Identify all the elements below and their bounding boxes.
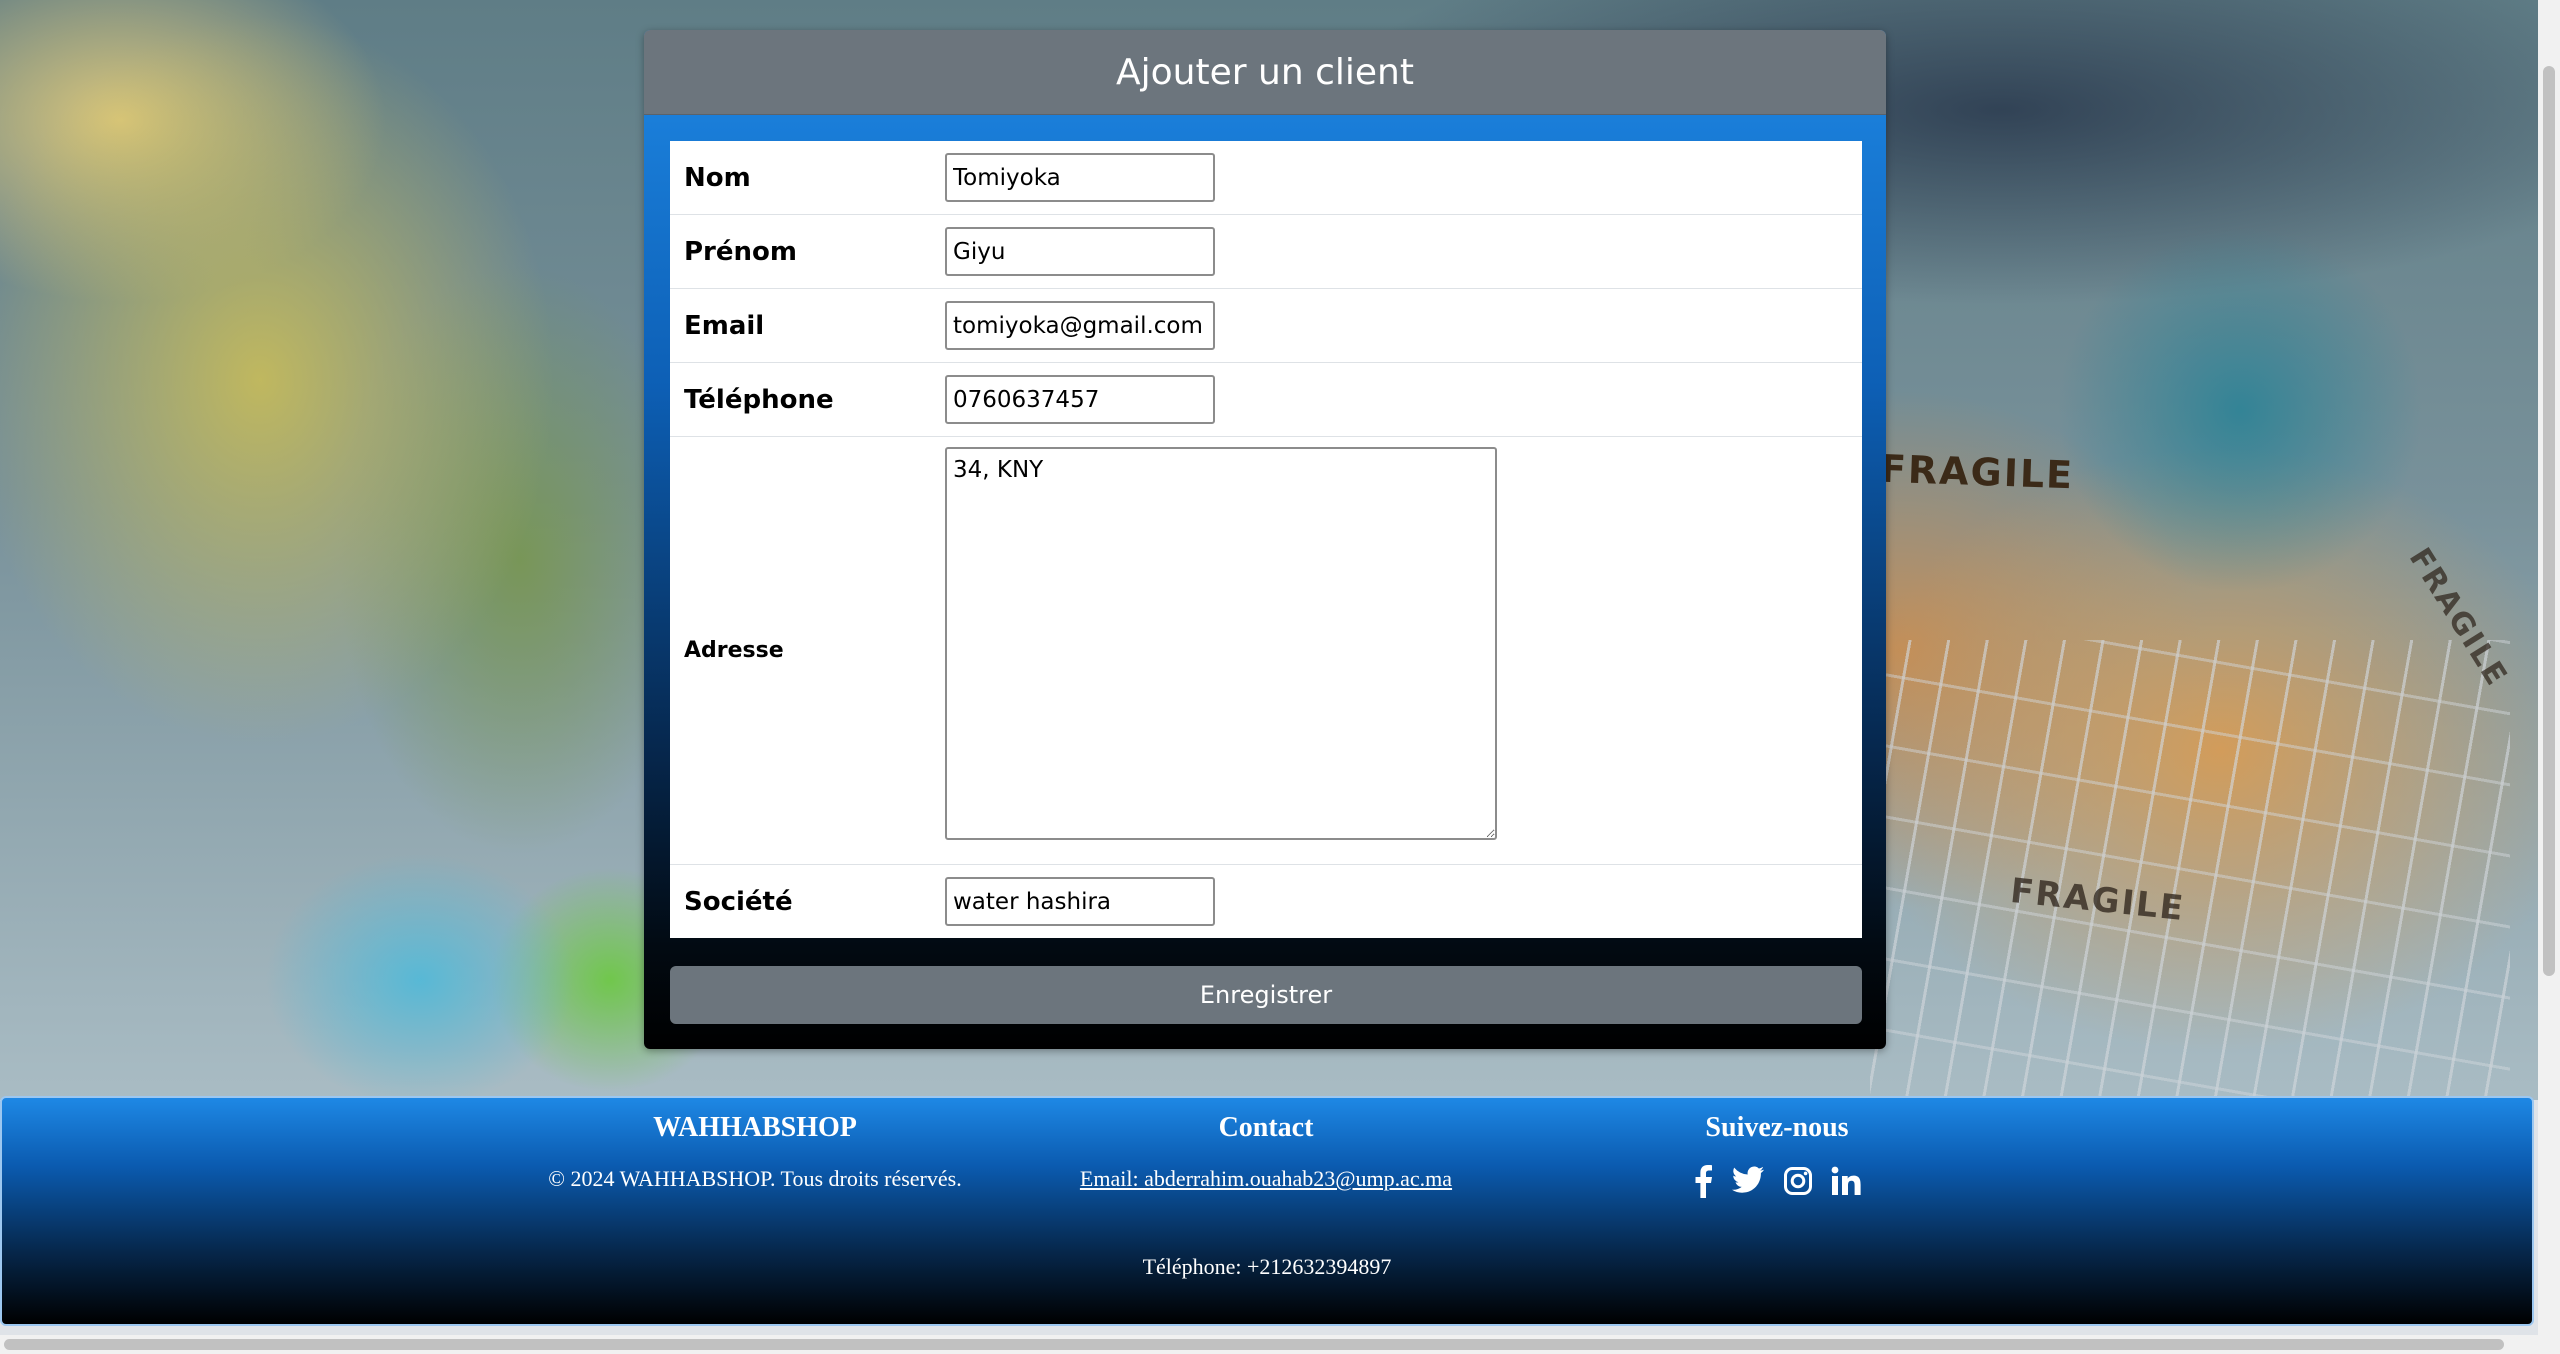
- site-footer: WAHHABSHOP © 2024 WAHHABSHOP. Tous droit…: [0, 1096, 2534, 1326]
- label-adresse: Adresse: [670, 436, 945, 865]
- label-societe: Société: [684, 886, 793, 917]
- form-row-prenom: Prénom: [670, 214, 1862, 289]
- twitter-icon[interactable]: [1731, 1166, 1765, 1196]
- contact-email-link[interactable]: Email: abderrahim.ouahab23@ump.ac.ma: [1080, 1166, 1452, 1192]
- vertical-scrollbar-thumb[interactable]: [2543, 66, 2555, 976]
- form-row-adresse: Adresse 34, KNY: [670, 436, 1862, 865]
- footer-brand-column: WAHHABSHOP © 2024 WAHHABSHOP. Tous droit…: [522, 1112, 988, 1192]
- footer-follow-column: Suivez-nous: [1602, 1112, 1952, 1198]
- add-client-card: Ajouter un client Nom Prénom Email Télép…: [644, 30, 1886, 1049]
- horizontal-scrollbar-thumb[interactable]: [4, 1339, 2504, 1350]
- societe-input[interactable]: [945, 877, 1215, 926]
- label-email: Email: [670, 288, 945, 363]
- contact-phone: Téléphone: +212632394897: [1142, 1254, 1392, 1279]
- cell-societe: [945, 865, 1862, 939]
- adresse-textarea[interactable]: 34, KNY: [945, 447, 1497, 840]
- shopping-cart-image: [1870, 640, 2510, 1100]
- email-input[interactable]: [945, 301, 1215, 350]
- horizontal-scrollbar[interactable]: [0, 1335, 2538, 1354]
- card-header: Ajouter un client: [644, 30, 1886, 115]
- nom-input[interactable]: [945, 153, 1215, 202]
- box-label-1: FRAGILE: [1879, 446, 2075, 498]
- page-viewport: FRAGILE FRAGILE FRAGILE Ajouter un clien…: [0, 0, 2538, 1335]
- form-row-telephone: Téléphone: [670, 362, 1862, 437]
- label-prenom: Prénom: [670, 214, 945, 289]
- page-title: Ajouter un client: [1116, 51, 1414, 93]
- instagram-icon[interactable]: [1783, 1166, 1813, 1196]
- footer-contact-heading: Contact: [1218, 1112, 1314, 1143]
- cell-adresse: 34, KNY: [945, 436, 1862, 865]
- label-nom: Nom: [670, 141, 945, 215]
- footer-follow-heading: Suivez-nous: [1705, 1112, 1849, 1143]
- footer-copyright: © 2024 WAHHABSHOP. Tous droits réservés.: [548, 1166, 962, 1191]
- client-form-table: Nom Prénom Email Téléphone Adresse 34, K…: [670, 141, 1862, 938]
- telephone-input[interactable]: [945, 375, 1215, 424]
- cell-prenom: [945, 214, 1862, 289]
- footer-contact-column: Contact Email: abderrahim.ouahab23@ump.a…: [1022, 1112, 1510, 1192]
- social-links: [1602, 1164, 1952, 1198]
- form-row-email: Email: [670, 288, 1862, 363]
- cell-telephone: [945, 362, 1862, 437]
- prenom-input[interactable]: [945, 227, 1215, 276]
- save-button[interactable]: Enregistrer: [670, 966, 1862, 1024]
- label-telephone: Téléphone: [670, 362, 945, 437]
- form-row-nom: Nom: [670, 141, 1862, 215]
- vertical-scrollbar[interactable]: [2538, 0, 2560, 1354]
- form-row-societe: Société: [670, 865, 1862, 939]
- footer-brand-heading: WAHHABSHOP: [653, 1112, 857, 1143]
- cell-email: [945, 288, 1862, 363]
- cell-nom: [945, 141, 1862, 215]
- linkedin-icon[interactable]: [1831, 1166, 1861, 1196]
- facebook-icon[interactable]: [1693, 1164, 1713, 1198]
